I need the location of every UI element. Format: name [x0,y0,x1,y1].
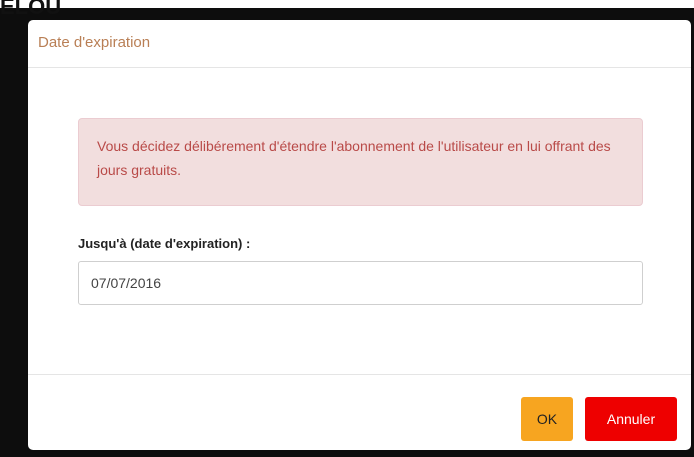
expiration-date-dialog: Date d'expiration Vous décidez délibérem… [28,20,691,450]
expiration-date-input[interactable] [78,261,643,305]
warning-alert: Vous décidez délibérement d'étendre l'ab… [78,118,643,206]
dialog-title: Date d'expiration [38,34,151,51]
background-page-text: ELOU [0,0,62,19]
expiration-date-label: Jusqu'à (date d'expiration) : [78,236,251,251]
dialog-footer: OK Annuler [28,375,691,450]
cancel-button[interactable]: Annuler [585,397,677,441]
dialog-header: Date d'expiration [28,20,691,68]
ok-button[interactable]: OK [521,397,573,441]
dialog-body: Vous décidez délibérement d'étendre l'ab… [28,68,691,375]
